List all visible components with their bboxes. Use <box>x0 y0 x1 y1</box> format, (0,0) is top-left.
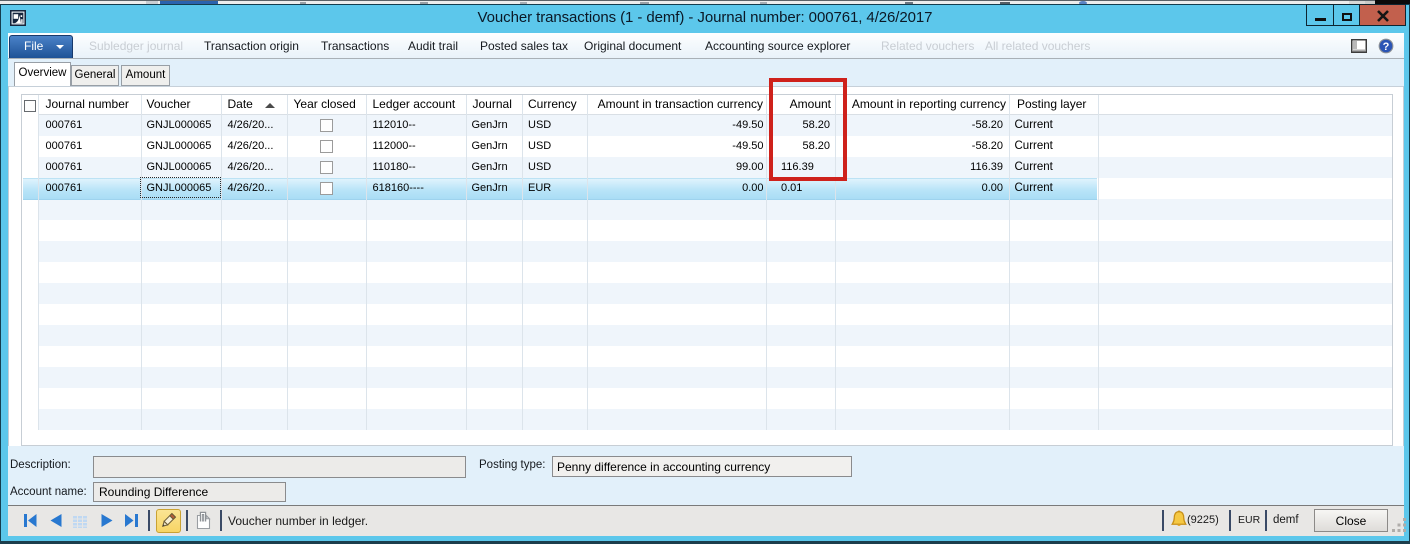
svg-text:?: ? <box>1383 41 1390 53</box>
